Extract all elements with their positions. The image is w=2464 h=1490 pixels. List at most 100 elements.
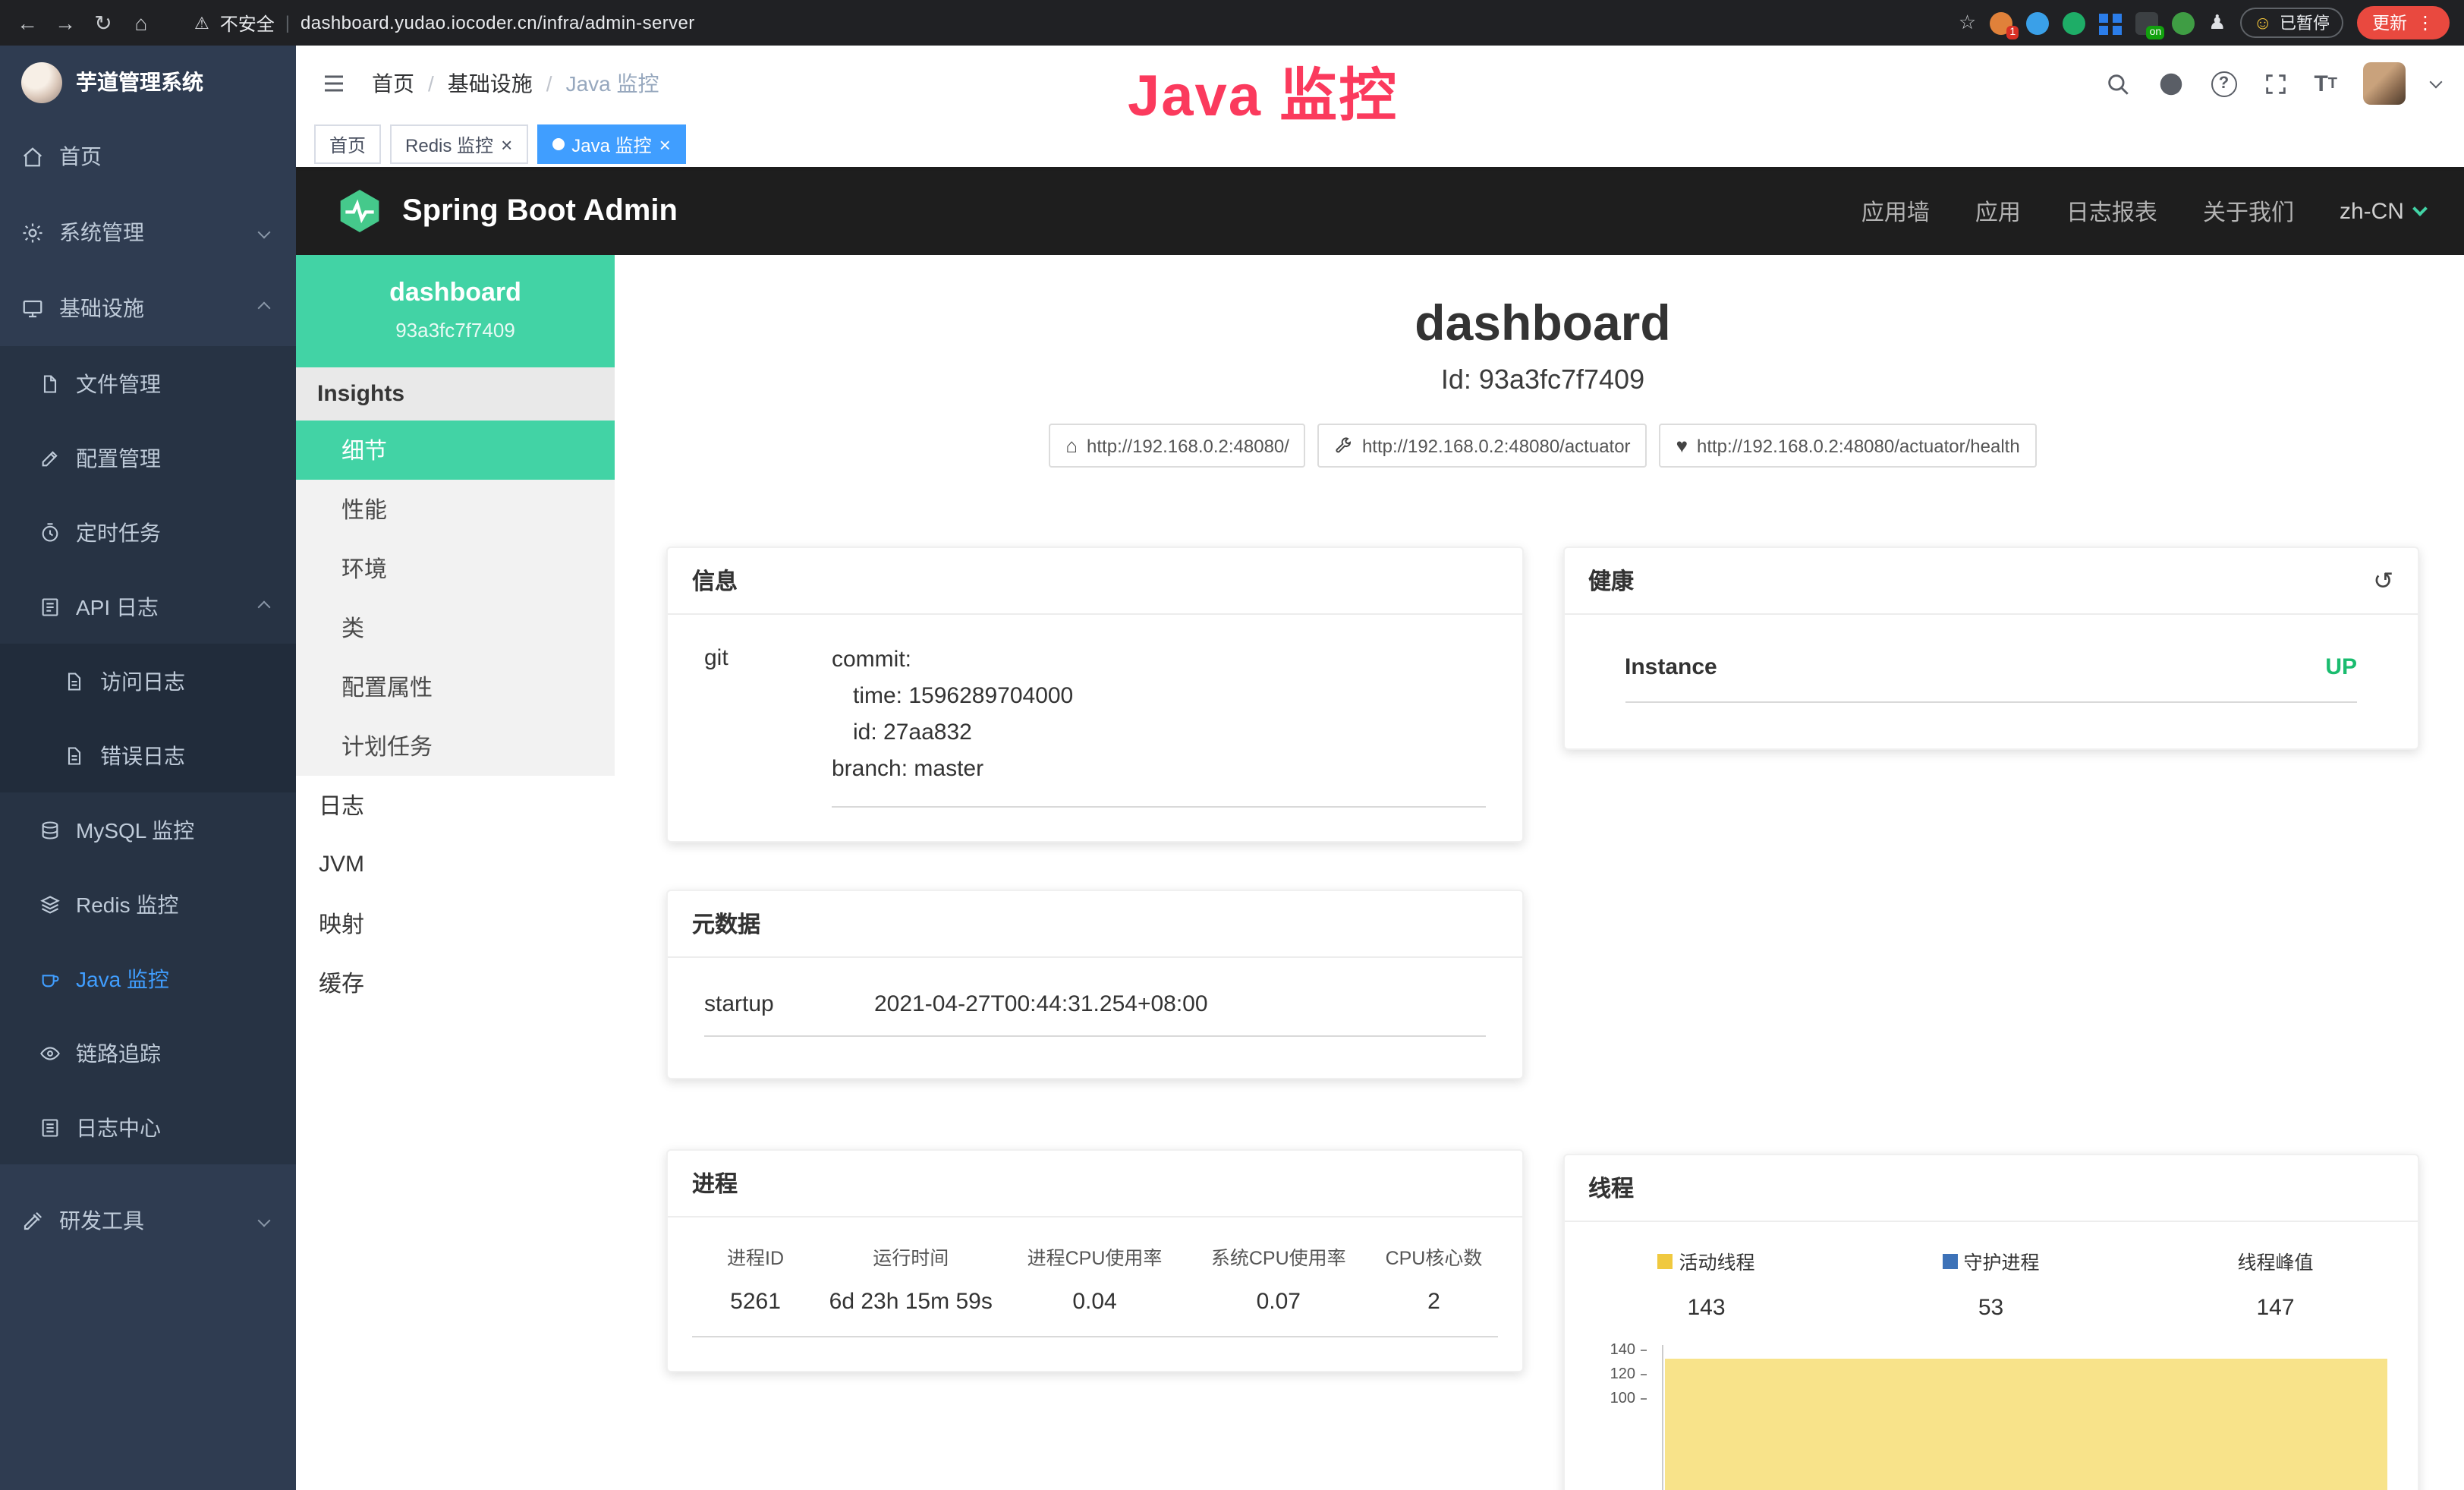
document-icon: [64, 745, 85, 766]
update-button[interactable]: 更新 ⋮: [2357, 6, 2450, 39]
breadcrumb-home[interactable]: 首页: [372, 68, 414, 99]
app: 芋道管理系统 首页 系统管理 基础设施 文件管理: [0, 46, 2464, 1490]
sidebar-item-label: 日志中心: [76, 1112, 161, 1142]
bookmark-star-icon[interactable]: ☆: [1959, 11, 1976, 35]
paused-pill[interactable]: ☺ 已暂停: [2239, 8, 2343, 38]
instance-root-link[interactable]: ⌂ http://192.168.0.2:48080/: [1049, 424, 1306, 468]
sidebar-item-file-management[interactable]: 文件管理: [0, 346, 296, 421]
sba-item-caches[interactable]: 缓存: [296, 953, 615, 1013]
legend-value: 53: [1849, 1294, 2133, 1320]
address-bar[interactable]: ⚠ 不安全 | dashboard.yudao.iocoder.cn/infra…: [179, 6, 710, 39]
close-icon[interactable]: ×: [659, 134, 671, 154]
process-col-process-cpu: 进程CPU使用率 0.04: [1002, 1242, 1186, 1315]
document-icon: [64, 670, 85, 691]
chevron-down-icon: [258, 226, 271, 239]
tab-redis-monitor[interactable]: Redis 监控 ×: [390, 124, 527, 164]
process-value: 6d 23h 15m 59s: [819, 1289, 1002, 1315]
instance-health-link[interactable]: ♥ http://192.168.0.2:48080/actuator/heal…: [1660, 424, 2037, 468]
wrench-icon: [1335, 436, 1353, 455]
sba-nav-applications[interactable]: 应用: [1975, 195, 2021, 227]
sba-item-classes[interactable]: 类: [296, 598, 615, 657]
sba-item-metrics[interactable]: 性能: [296, 480, 615, 539]
chevron-down-icon: [258, 1214, 271, 1227]
sba-logo-icon[interactable]: [335, 187, 384, 235]
browser-home-icon[interactable]: ⌂: [129, 11, 153, 35]
sba-brand[interactable]: Spring Boot Admin: [402, 194, 678, 228]
sidebar-item-log-center[interactable]: 日志中心: [0, 1090, 296, 1164]
tab-home[interactable]: 首页: [314, 124, 381, 164]
sba-locale-select[interactable]: zh-CN: [2340, 198, 2425, 224]
fullscreen-icon[interactable]: [2262, 71, 2288, 96]
metadata-key: startup: [704, 991, 874, 1017]
sba-nav-journal[interactable]: 日志报表: [2066, 195, 2157, 227]
sba-item-environment[interactable]: 环境: [296, 539, 615, 598]
history-icon[interactable]: ↺: [2373, 565, 2393, 596]
extension-switch-icon[interactable]: on: [2135, 11, 2158, 34]
process-col-pid: 进程ID 5261: [692, 1242, 819, 1315]
sba-nav-about[interactable]: 关于我们: [2203, 195, 2294, 227]
forward-icon[interactable]: →: [53, 11, 77, 35]
sidebar-item-access-logs[interactable]: 访问日志: [0, 644, 296, 718]
sidebar-item-api-logs[interactable]: API 日志: [0, 569, 296, 644]
sba-item-details[interactable]: 细节: [296, 421, 615, 480]
sba-instance-block[interactable]: dashboard 93a3fc7f7409: [296, 255, 615, 367]
sba-header: Spring Boot Admin 应用墙 应用 日志报表 关于我们 zh-CN: [296, 167, 2464, 255]
sba-item-mappings[interactable]: 映射: [296, 894, 615, 953]
sidebar-item-infrastructure[interactable]: 基础设施: [0, 270, 296, 346]
github-icon[interactable]: [2156, 69, 2185, 98]
sba-item-scheduled-tasks[interactable]: 计划任务: [296, 717, 615, 776]
back-icon[interactable]: ←: [15, 11, 39, 35]
breadcrumb-infrastructure[interactable]: 基础设施: [448, 68, 533, 99]
database-icon: [39, 819, 61, 840]
browser-actions: ☆ 1 on ♟ ☺ 已暂停 更新 ⋮: [1959, 6, 2450, 39]
sidebar-item-redis-monitor[interactable]: Redis 监控: [0, 867, 296, 941]
health-instance-label: Instance: [1625, 654, 1717, 680]
sidebar-item-dev-tools[interactable]: 研发工具: [0, 1183, 296, 1258]
extension-pawn-icon[interactable]: ♟: [2208, 11, 2226, 35]
font-size-icon[interactable]: TT: [2314, 71, 2337, 96]
extension-green-icon[interactable]: [2063, 11, 2085, 34]
process-value: 0.04: [1002, 1289, 1186, 1315]
user-avatar[interactable]: [2363, 62, 2406, 105]
legend-peak-threads: 线程峰值 147: [2133, 1246, 2418, 1321]
update-label: 更新: [2372, 11, 2407, 35]
extension-leaf-icon[interactable]: [2172, 11, 2195, 34]
sba-nav-wallboard[interactable]: 应用墙: [1861, 195, 1930, 227]
sba-item-logs[interactable]: 日志: [296, 776, 615, 835]
browser-menu-kebab-icon[interactable]: ⋮: [2416, 12, 2434, 33]
extension-orange-icon[interactable]: 1: [1990, 11, 2012, 34]
sidebar-item-mysql-monitor[interactable]: MySQL 监控: [0, 792, 296, 867]
sidebar-item-error-logs[interactable]: 错误日志: [0, 718, 296, 792]
instance-actuator-link[interactable]: http://192.168.0.2:48080/actuator: [1318, 424, 1647, 468]
process-header: 进程ID: [692, 1242, 819, 1271]
sba-item-config-props[interactable]: 配置属性: [296, 657, 615, 717]
sidebar-item-label: 研发工具: [59, 1205, 144, 1236]
search-icon[interactable]: [2104, 71, 2130, 96]
app-logo[interactable]: 芋道管理系统: [0, 46, 296, 118]
help-icon[interactable]: ?: [2211, 71, 2236, 96]
sidebar-item-scheduled-tasks[interactable]: 定时任务: [0, 495, 296, 569]
sidebar-item-system-management[interactable]: 系统管理: [0, 194, 296, 270]
health-row[interactable]: Instance UP: [1625, 654, 2357, 703]
app-header: 首页 / 基础设施 / Java 监控 ? TT: [296, 46, 2464, 121]
legend-label: 线程峰值: [2237, 1246, 2313, 1275]
hamburger-icon[interactable]: [320, 70, 348, 97]
sba-item-label: 计划任务: [341, 730, 433, 762]
file-icon: [39, 373, 61, 394]
sba-item-jvm[interactable]: JVM: [296, 835, 615, 894]
metadata-card-title: 元数据: [692, 908, 760, 940]
extension-grid-icon[interactable]: [2099, 11, 2122, 34]
sidebar-item-java-monitor[interactable]: Java 监控: [0, 941, 296, 1016]
sidebar-item-config-management[interactable]: 配置管理: [0, 421, 296, 495]
app-logo-image: [21, 61, 62, 102]
sidebar-item-tracing[interactable]: 链路追踪: [0, 1016, 296, 1090]
sidebar-item-home[interactable]: 首页: [0, 118, 296, 194]
extension-drop-icon[interactable]: [2026, 11, 2049, 34]
avatar-caret-icon[interactable]: [2430, 75, 2443, 88]
log-list-icon: [39, 596, 61, 617]
close-icon[interactable]: ×: [501, 134, 512, 154]
tab-java-monitor[interactable]: Java 监控 ×: [537, 124, 686, 164]
process-header: 系统CPU使用率: [1187, 1242, 1370, 1271]
smiley-icon: ☺: [2253, 12, 2272, 33]
reload-icon[interactable]: ↻: [91, 10, 115, 36]
